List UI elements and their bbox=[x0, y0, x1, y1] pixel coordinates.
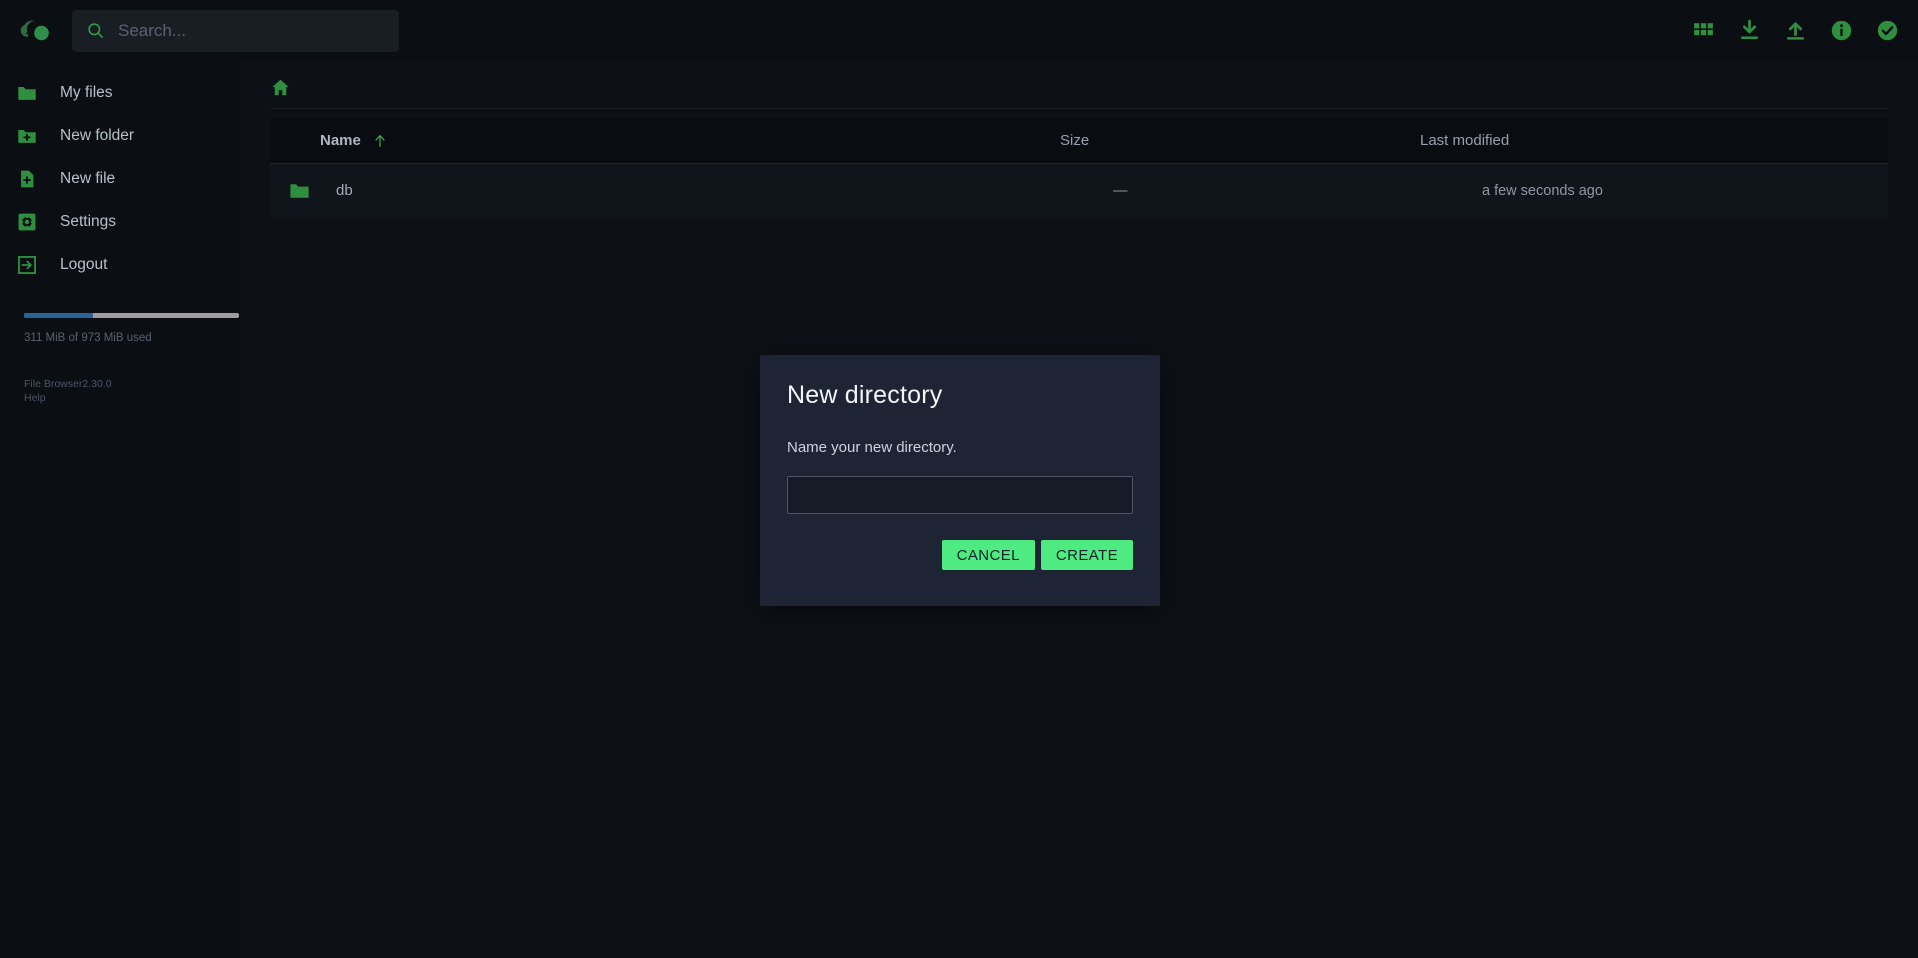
select-multiple-icon[interactable] bbox=[1875, 18, 1900, 43]
sidebar-item-label: New folder bbox=[60, 126, 135, 144]
cancel-button[interactable]: CANCEL bbox=[941, 540, 1035, 570]
column-header-name[interactable]: Name bbox=[270, 132, 1060, 149]
file-table: Name Size Last modified db — a few secon… bbox=[270, 118, 1888, 217]
upload-icon[interactable] bbox=[1783, 18, 1808, 43]
sidebar-item-label: Settings bbox=[60, 212, 117, 230]
logout-icon bbox=[18, 255, 36, 274]
directory-name-input[interactable] bbox=[787, 476, 1133, 514]
sidebar-item-logout[interactable]: Logout bbox=[0, 243, 240, 286]
search-input[interactable] bbox=[118, 20, 358, 41]
row-name-cell: db bbox=[270, 179, 1060, 202]
column-header-last-modified[interactable]: Last modified bbox=[1420, 132, 1840, 149]
column-header-size[interactable]: Size bbox=[1060, 132, 1420, 149]
column-header-name-label: Name bbox=[320, 132, 361, 149]
sidebar-item-my-files[interactable]: My files bbox=[0, 71, 240, 114]
storage-progress-fill bbox=[24, 313, 93, 318]
sidebar-item-label: New file bbox=[60, 169, 116, 187]
dialog-title: New directory bbox=[787, 381, 943, 409]
file-plus-icon bbox=[21, 170, 34, 187]
app-logo[interactable] bbox=[0, 0, 68, 61]
folder-plus-icon bbox=[18, 129, 36, 143]
gear-icon bbox=[18, 213, 36, 230]
create-button[interactable]: CREATE bbox=[1040, 540, 1133, 570]
home-icon[interactable] bbox=[270, 77, 291, 98]
sidebar: My files New folder New file Settings Lo… bbox=[0, 61, 240, 958]
row-size-cell: — bbox=[1113, 182, 1128, 199]
sidebar-footer: File Browser2.30.0 Help bbox=[24, 377, 240, 405]
sidebar-item-new-folder[interactable]: New folder bbox=[0, 114, 240, 157]
sidebar-item-label: My files bbox=[60, 83, 113, 101]
row-file-name: db bbox=[336, 182, 353, 199]
storage-progress-bar bbox=[24, 313, 239, 318]
version-link[interactable]: 2.30.0 bbox=[82, 378, 111, 390]
filebrowser-cloud-logo-icon bbox=[20, 20, 49, 40]
search-box[interactable] bbox=[72, 9, 399, 52]
sort-ascending-icon bbox=[375, 134, 385, 147]
new-directory-dialog: New directory Name your new directory. C… bbox=[760, 355, 1160, 606]
storage-usage: 311 MiB of 973 MiB used bbox=[24, 313, 239, 344]
storage-usage-text: 311 MiB of 973 MiB used bbox=[24, 332, 152, 344]
dialog-prompt: Name your new directory. bbox=[787, 439, 957, 456]
sidebar-item-settings[interactable]: Settings bbox=[0, 200, 240, 243]
file-browser-app: My files New folder New file bbox=[0, 0, 1918, 958]
sidebar-item-label: Logout bbox=[60, 255, 108, 273]
table-row[interactable]: db — a few seconds ago bbox=[270, 164, 1888, 217]
dialog-actions: CANCEL CREATE bbox=[787, 540, 1133, 570]
search-icon bbox=[88, 23, 104, 39]
download-icon[interactable] bbox=[1737, 18, 1762, 43]
grid-view-icon[interactable] bbox=[1691, 18, 1716, 43]
info-icon[interactable] bbox=[1829, 18, 1854, 43]
sidebar-item-new-file[interactable]: New file bbox=[0, 157, 240, 200]
folder-icon bbox=[18, 86, 36, 100]
folder-icon bbox=[290, 184, 309, 198]
help-link[interactable]: Help bbox=[24, 392, 46, 404]
table-header-row: Name Size Last modified bbox=[270, 118, 1888, 164]
header-actions bbox=[1691, 0, 1900, 61]
top-header bbox=[0, 0, 1918, 61]
product-name-link[interactable]: File Browser bbox=[24, 378, 82, 390]
breadcrumb bbox=[270, 67, 1888, 109]
row-modified-cell: a few seconds ago bbox=[1482, 182, 1603, 199]
